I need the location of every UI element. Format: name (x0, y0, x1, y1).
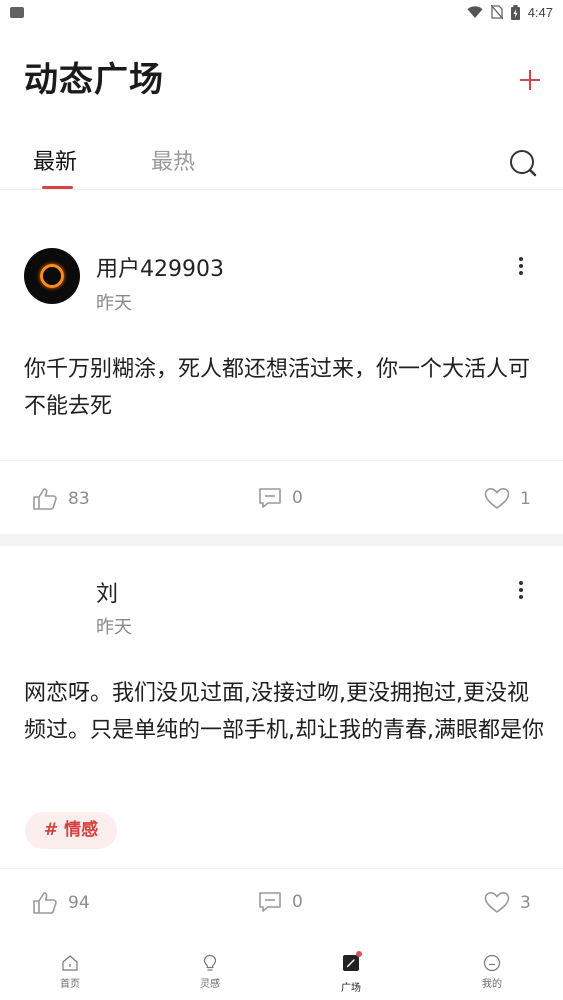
battery-charging-icon (510, 4, 520, 20)
post-card[interactable]: 刘 昨天 网恋呀。我们没见过面,没接过吻,更没拥抱过,更没视频过。只是单纯的一部… (0, 546, 563, 929)
avatar-ring-graphic (40, 264, 64, 288)
more-options-button[interactable] (512, 578, 530, 602)
page-title: 动态广场 (24, 60, 164, 100)
app-notification-icon (10, 6, 24, 18)
nav-item-square[interactable]: 广场 (321, 951, 381, 994)
plus-icon (520, 70, 540, 90)
more-dot (519, 257, 523, 261)
tab-hot[interactable]: 最热 (151, 140, 195, 186)
post-separator (0, 534, 563, 546)
no-sim-icon (490, 5, 503, 19)
search-button[interactable] (508, 148, 538, 178)
tag-chip[interactable]: # 情感 (25, 812, 118, 849)
feed-tabs: 最新 最热 (0, 140, 563, 190)
favorite-button[interactable]: 3 (484, 891, 531, 914)
post-username[interactable]: 刘 (96, 576, 118, 608)
more-dot (519, 264, 523, 268)
avatar[interactable] (24, 576, 80, 632)
nav-label: 我的 (482, 979, 502, 990)
thumbs-up-icon (33, 488, 57, 510)
like-button[interactable]: 83 (32, 487, 90, 511)
comment-count: 0 (292, 488, 303, 508)
page-header: 动态广场 (0, 56, 563, 104)
active-tab-indicator (42, 186, 73, 189)
heart-icon (484, 892, 510, 913)
lightbulb-icon (203, 954, 217, 971)
comment-count: 0 (292, 892, 303, 912)
post-feed: 用户429903 昨天 你千万别糊涂，死人都还想活过来，你一个大活人可不能去死 … (0, 191, 563, 929)
thumbs-up-icon (33, 892, 57, 914)
post-divider (0, 868, 563, 869)
nav-item-mine[interactable]: 我的 (462, 954, 522, 990)
status-time: 4:47 (527, 4, 553, 20)
avatar[interactable] (24, 248, 80, 304)
add-post-button[interactable] (516, 66, 544, 94)
bottom-nav: 首页 灵感 广场 我的 (0, 944, 563, 1000)
comment-button[interactable]: 0 (258, 487, 303, 509)
nav-label: 广场 (341, 983, 361, 994)
more-dot (519, 588, 523, 592)
comment-icon (259, 488, 281, 508)
more-options-button[interactable] (512, 254, 530, 278)
nav-label: 首页 (60, 979, 80, 990)
notification-badge (356, 951, 362, 957)
comment-button[interactable]: 0 (258, 891, 303, 913)
nav-square-icon-wrap (342, 951, 362, 976)
nav-label: 灵感 (200, 979, 220, 990)
like-count: 83 (68, 489, 90, 509)
post-time: 昨天 (96, 617, 132, 638)
post-divider (0, 460, 563, 461)
heart-icon (484, 488, 510, 509)
post-content: 网恋呀。我们没见过面,没接过吻,更没拥抱过,更没视频过。只是单纯的一部手机,却让… (24, 681, 544, 743)
like-count: 94 (68, 893, 90, 913)
comment-icon (259, 892, 281, 912)
post-content: 你千万别糊涂，死人都还想活过来，你一个大活人可不能去死 (24, 357, 531, 419)
home-icon (62, 955, 78, 971)
nav-item-home[interactable]: 首页 (40, 954, 100, 990)
status-bar: 4:47 (0, 0, 563, 24)
more-dot (519, 595, 523, 599)
search-icon (510, 150, 537, 177)
nav-item-inspiration[interactable]: 灵感 (180, 954, 240, 990)
wifi-icon (467, 5, 483, 18)
post-username[interactable]: 用户429903 (96, 251, 224, 283)
more-dot (519, 271, 523, 275)
smiley-icon (483, 954, 501, 972)
like-button[interactable]: 94 (32, 891, 90, 915)
favorite-button[interactable]: 1 (484, 487, 531, 510)
favorite-count: 3 (520, 892, 531, 913)
post-card[interactable]: 用户429903 昨天 你千万别糊涂，死人都还想活过来，你一个大活人可不能去死 … (0, 191, 563, 534)
post-time: 昨天 (96, 293, 132, 314)
favorite-count: 1 (520, 488, 531, 509)
status-icons: 4:47 (467, 4, 553, 20)
tab-newest[interactable]: 最新 (33, 140, 77, 186)
more-dot (519, 581, 523, 585)
